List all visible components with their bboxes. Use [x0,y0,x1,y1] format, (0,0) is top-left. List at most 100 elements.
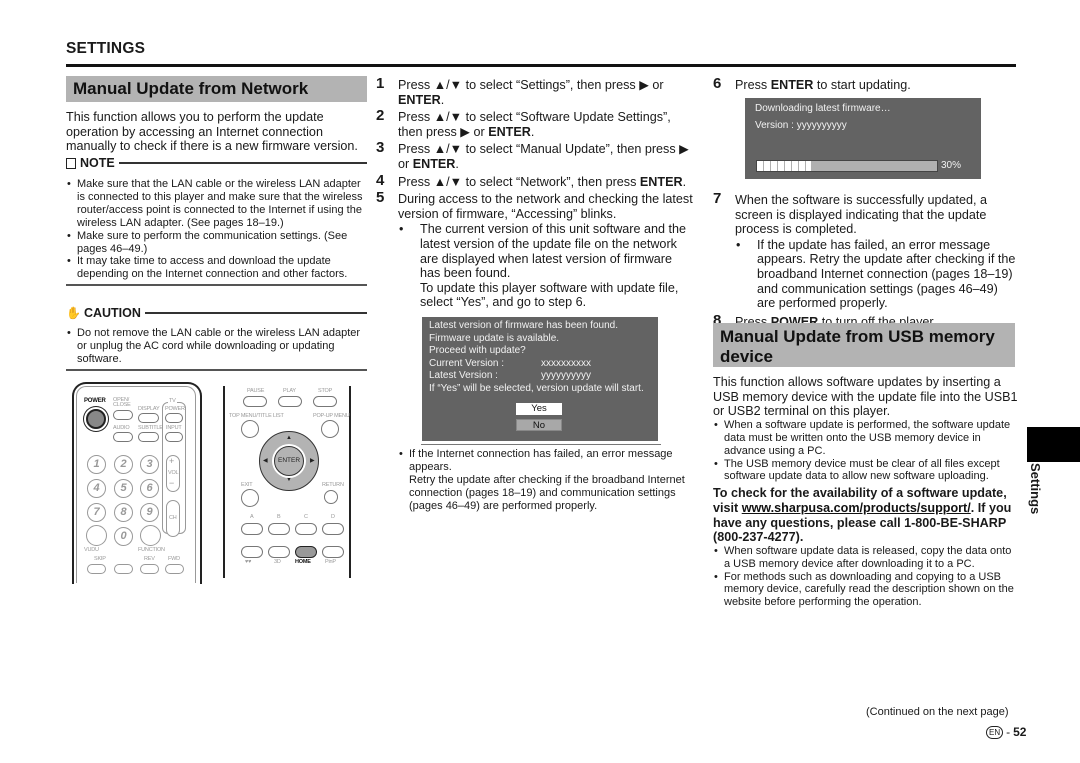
usb-body: This function allows software updates by… [713,375,1018,609]
step-3: 3 Press ▲/▼ to select “Manual Update”, t… [376,139,689,171]
caution-block: ✋ CAUTION Do not remove the LAN cable or… [66,306,367,371]
failure-note: If the Internet connection has failed, a… [409,448,673,473]
stop-label: STOP [318,388,333,394]
exit-button[interactable] [241,489,259,507]
latest-version-label: Latest Version : [429,370,498,382]
language-badge: EN [986,725,1004,739]
step-1: 1 Press ▲/▼ to select “Settings”, then p… [376,75,664,107]
rev-label: REV [144,556,155,562]
d-button[interactable] [322,523,344,535]
digit-0-button[interactable]: 0 [114,527,133,546]
display-button[interactable] [138,413,159,423]
top-menu-label: TOP MENU/TITLE LIST [229,413,284,419]
progress-percent: 30% [941,160,962,171]
download-version-value: yyyyyyyyyy [796,120,847,131]
digit-8-button[interactable]: 8 [114,503,133,522]
pinp-button[interactable] [322,546,344,558]
yes-button[interactable]: Yes [516,403,562,415]
note-header: NOTE [66,156,367,170]
top-menu-button[interactable] [241,420,259,438]
a-button[interactable] [241,523,263,535]
header-rule [66,64,1016,67]
continued-note: (Continued on the next page) [866,706,1009,718]
left-arrow-icon[interactable]: ◀ [263,457,268,464]
open-close-button[interactable] [113,410,133,420]
audio-button[interactable] [113,432,133,442]
display-label: DISPLAY [138,406,160,412]
power-label: POWER [84,398,106,404]
network-section-heading: Manual Update from Network [66,76,367,102]
skip-back-button[interactable] [87,564,106,574]
up-arrow-icon[interactable]: ▲ [286,435,292,441]
skip-label: SKIP [94,556,106,562]
vudu-label: VUDU [84,547,99,553]
caution-bottom-rule [66,368,367,371]
play-button[interactable] [278,396,302,407]
tv-power-button[interactable] [165,413,183,423]
step-5-note-cont: To update this player software with upda… [420,280,679,310]
home-button[interactable] [295,546,317,558]
pause-button[interactable] [243,396,267,407]
digit-2-button[interactable]: 2 [114,455,133,474]
side-tab-label: Settings [1028,463,1043,515]
note-block: NOTE Make sure that the LAN cable or the… [66,156,367,287]
power-button[interactable] [86,409,106,429]
step-5-notes: The current version of this unit softwar… [398,222,694,310]
vudu-button[interactable] [86,525,107,546]
exit-label: EXIT [241,482,253,488]
digit-9-button[interactable]: 9 [140,503,159,522]
dialog-line: Proceed with update? [429,345,526,357]
home-label: HOME [295,559,311,565]
steps-list-7-8: 7 When the software is successfully upda… [713,191,1018,329]
subtitle-button[interactable] [138,432,159,442]
steps-list-1-5: 1 Press ▲/▼ to select “Settings”, then p… [376,75,694,310]
vol-plus: + [169,456,175,466]
netflix-button[interactable] [241,546,263,558]
enter-button[interactable]: ENTER [274,446,304,476]
digit-3-button[interactable]: 3 [140,455,159,474]
dialog-divider [421,444,661,445]
current-version-label: Current Version : [429,357,505,369]
remote-right-illustration: PAUSE PLAY STOP TOP MENU/TITLE LIST POP-… [223,386,353,578]
input-label: INPUT [166,425,182,431]
3d-button[interactable] [268,546,290,558]
popup-menu-label: POP-UP MENU [313,413,350,419]
right-arrow-icon[interactable]: ▶ [310,457,315,464]
fwd-button[interactable] [165,564,184,574]
current-version-row: Current Version : xxxxxxxxxx [429,358,657,371]
usb-note: For methods such as downloading and copy… [713,571,1018,610]
step-5: 5 During access to the network and check… [376,190,694,310]
popup-menu-button[interactable] [321,420,339,438]
stop-button[interactable] [313,396,337,407]
return-button[interactable] [324,490,338,504]
digit-7-button[interactable]: 7 [87,503,106,522]
b-button[interactable] [268,523,290,535]
step-4: 4 Press ▲/▼ to select “Network”, then pr… [376,171,687,189]
dialog-line: Firmware update is available. [429,332,560,344]
step-5-note: The current version of this unit softwar… [420,222,687,281]
hand-icon: ✋ [66,306,81,320]
note-bottom-rule [66,284,367,287]
pinp-label: PinP [325,559,336,565]
skip-forward-button[interactable] [114,564,133,574]
rev-button[interactable] [140,564,159,574]
c-label: C [304,514,308,520]
note-icon [66,157,76,169]
section-title: SETTINGS [66,40,146,57]
digit-1-button[interactable]: 1 [87,455,106,474]
step-6: 6 Press ENTER to start updating. [713,75,911,92]
note-item: Make sure to perform the communication s… [66,230,367,256]
down-arrow-icon[interactable]: ▼ [286,477,292,483]
remote-left-illustration: POWER OPEN/ CLOSE DISPLAY TV POWER AUDIO… [72,382,204,584]
dialog-footer: If “Yes” will be selected, version updat… [429,382,644,394]
digit-5-button[interactable]: 5 [114,479,133,498]
page-number: EN - 52 [986,725,1026,739]
no-button[interactable]: No [516,419,562,431]
input-button[interactable] [165,432,183,442]
vol-label: VOL [168,470,179,476]
function-button[interactable] [140,525,161,546]
digit-4-button[interactable]: 4 [87,479,106,498]
c-button[interactable] [295,523,317,535]
digit-6-button[interactable]: 6 [140,479,159,498]
support-link[interactable]: www.sharpusa.com/products/support/ [742,501,971,515]
